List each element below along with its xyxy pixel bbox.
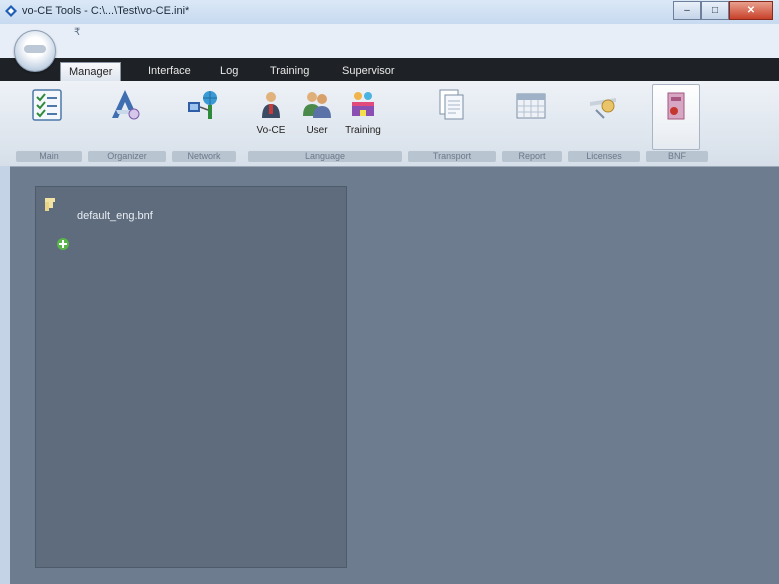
group-transport: Transport — [406, 84, 498, 163]
tab-training[interactable]: Training — [262, 63, 317, 79]
bnf-tree-panel — [35, 186, 347, 568]
user-button[interactable]: User — [294, 84, 340, 146]
group-licenses: Licenses — [566, 84, 642, 163]
group-main: Main — [14, 84, 84, 163]
tab-manager[interactable]: Manager — [60, 62, 122, 82]
diamond-app-icon — [5, 5, 17, 17]
tab-log[interactable]: Log — [212, 63, 246, 79]
training-button[interactable]: Training — [340, 84, 386, 146]
tree-item-file[interactable]: default_eng.bnf — [77, 210, 153, 222]
main-button[interactable] — [24, 84, 70, 146]
group-label-licenses: Licenses — [568, 151, 640, 162]
qat-customize-dropdown[interactable]: ₹ — [74, 27, 80, 38]
title-bar: vo-CE Tools - C:\...\Test\vo-CE.ini* – □… — [0, 0, 779, 24]
transport-button[interactable] — [428, 84, 474, 146]
report-button[interactable] — [508, 84, 554, 146]
group-bnf: BNF — [644, 84, 710, 163]
user-label: User — [306, 125, 328, 136]
maximize-button[interactable]: □ — [701, 1, 729, 20]
network-icon — [188, 91, 217, 119]
app-window: vo-CE Tools - C:\...\Test\vo-CE.ini* – □… — [0, 0, 779, 584]
application-menu-button[interactable] — [14, 30, 56, 72]
key-icon — [590, 98, 616, 119]
training-label: Training — [345, 125, 381, 136]
group-label-organizer: Organizer — [88, 151, 166, 162]
group-report: Report — [500, 84, 564, 163]
calendar-icon — [516, 93, 546, 119]
group-organizer: Organizer — [86, 84, 168, 163]
bnf-book-icon — [667, 92, 685, 120]
add-green-icon[interactable] — [55, 236, 71, 252]
group-label-bnf: BNF — [646, 151, 708, 162]
window-title: vo-CE Tools - C:\...\Test\vo-CE.ini* — [22, 5, 190, 17]
tab-interface[interactable]: Interface — [140, 63, 199, 79]
quick-access-toolbar — [0, 24, 779, 58]
group-language: Vo-CE User Training Language — [246, 84, 404, 163]
training-icon — [352, 92, 374, 116]
checklist-icon — [32, 89, 62, 121]
left-border-strip — [0, 166, 10, 584]
group-label-transport: Transport — [408, 151, 496, 162]
bnf-button[interactable] — [652, 84, 700, 150]
network-button[interactable] — [180, 84, 226, 146]
minimize-button[interactable]: – — [673, 1, 701, 20]
group-label-network: Network — [172, 151, 236, 162]
person-icon — [262, 92, 280, 118]
voce-button[interactable]: Vo-CE — [248, 84, 294, 146]
group-label-main: Main — [16, 151, 82, 162]
orb-logo — [24, 45, 46, 53]
organizer-icon — [112, 90, 140, 120]
tab-supervisor[interactable]: Supervisor — [334, 63, 403, 79]
group-network: Network — [170, 84, 238, 163]
licenses-button[interactable] — [580, 84, 626, 146]
voce-label: Vo-CE — [256, 125, 286, 136]
group-label-report: Report — [502, 151, 562, 162]
folder-icon[interactable] — [44, 196, 58, 212]
documents-icon — [439, 89, 464, 120]
group-label-language: Language — [248, 151, 402, 162]
users-icon — [303, 92, 331, 118]
window-controls: – □ ✕ — [673, 1, 773, 20]
close-button[interactable]: ✕ — [729, 1, 773, 20]
organizer-button[interactable] — [102, 84, 148, 146]
